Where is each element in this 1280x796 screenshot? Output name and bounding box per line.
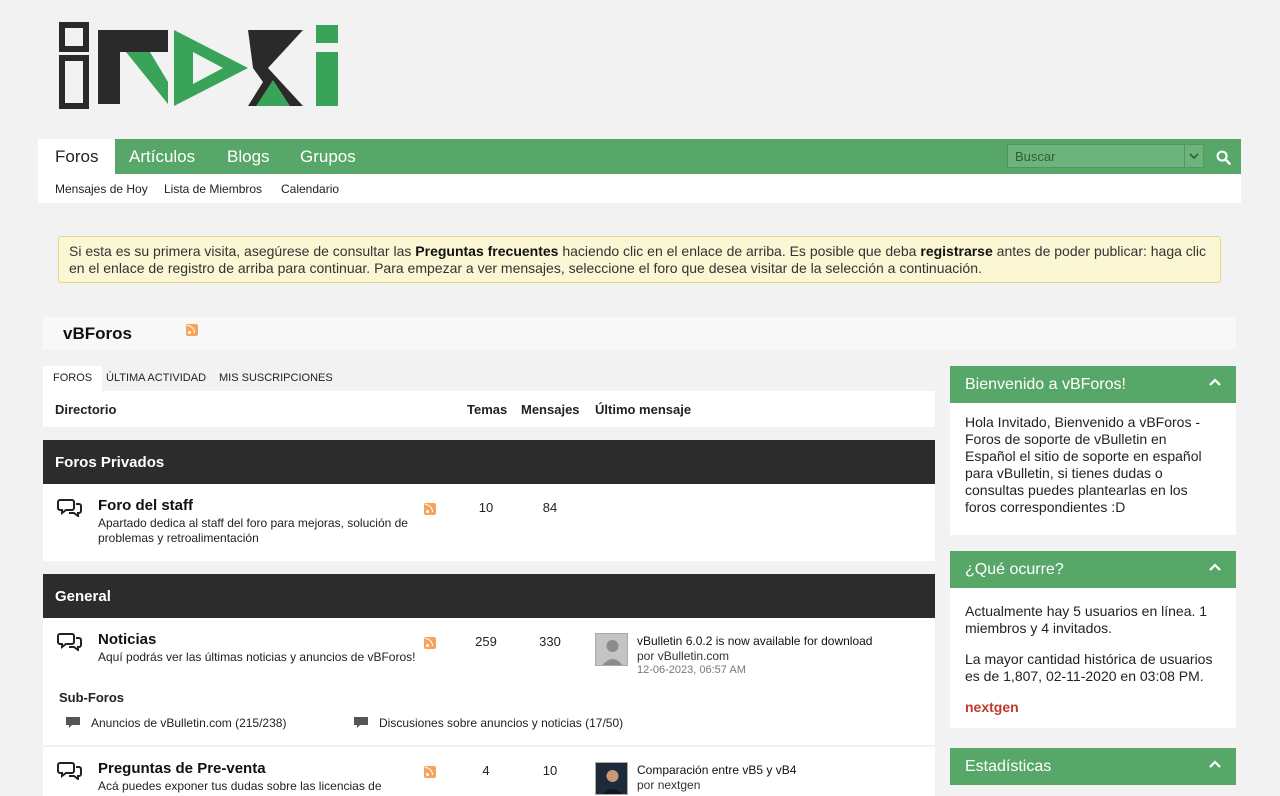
last-post-author[interactable]: nextgen xyxy=(658,778,701,792)
chevron-up-icon[interactable] xyxy=(1208,376,1222,390)
topic-count: 4 xyxy=(482,763,490,778)
last-post-by-label: por xyxy=(637,649,658,663)
last-post-date: 12-06-2023, 06:57 AM xyxy=(637,664,746,676)
last-post-by-label: por xyxy=(637,778,658,792)
category-header[interactable]: General xyxy=(43,574,935,618)
online-record-text: La mayor cantidad histórica de usuarios … xyxy=(965,651,1213,684)
forum-row: Foro del staff Apartado dedica al staff … xyxy=(43,484,935,561)
tab-grupos[interactable]: Grupos xyxy=(283,139,373,174)
last-post-title[interactable]: vBulletin 6.0.2 is now available for dow… xyxy=(637,634,872,648)
avatar[interactable] xyxy=(595,633,628,666)
topic-count: 259 xyxy=(475,634,497,649)
widget-header-stats[interactable]: Estadísticas xyxy=(950,748,1236,785)
rss-icon[interactable] xyxy=(186,324,198,336)
tab-articulos[interactable]: Artículos xyxy=(112,139,212,174)
subforum-icon xyxy=(354,717,368,728)
search-icon xyxy=(1216,150,1231,165)
category-header[interactable]: Foros Privados xyxy=(43,440,935,484)
widget-title: Estadísticas xyxy=(965,758,1052,775)
post-count: 10 xyxy=(542,763,558,778)
forum-row: Noticias Aquí podrás ver las últimas not… xyxy=(43,618,935,745)
widget-title: Bienvenido a vBForos! xyxy=(965,376,1126,393)
widget-title: ¿Qué ocurre? xyxy=(965,561,1064,578)
topic-count: 10 xyxy=(478,500,494,515)
online-users-text: Actualmente hay 5 usuarios en línea. 1 m… xyxy=(965,603,1208,636)
page-title-bar: vBForos xyxy=(43,317,1236,350)
notice-text: Si esta es su primera visita, asegúrese … xyxy=(69,243,416,259)
widget-body-online: Actualmente hay 5 usuarios en línea. 1 m… xyxy=(950,588,1236,728)
search-button[interactable] xyxy=(1211,145,1235,169)
col-temas: Temas xyxy=(467,402,508,417)
subforum-icon xyxy=(66,717,80,728)
rss-icon[interactable] xyxy=(424,766,436,778)
forum-description: Acá puedes exponer tus dudas sobre las l… xyxy=(98,779,382,793)
page-title: vBForos xyxy=(63,324,132,343)
column-header: Directorio Temas Mensajes Último mensaje xyxy=(43,391,935,427)
search-input[interactable] xyxy=(1008,145,1184,167)
forum-title[interactable]: Preguntas de Pre-venta xyxy=(98,760,266,777)
welcome-notice: Si esta es su primera visita, asegúrese … xyxy=(58,236,1221,283)
forum-icon xyxy=(57,762,82,780)
subnav-mensajes-de-hoy[interactable]: Mensajes de Hoy xyxy=(55,182,148,196)
forum-icon xyxy=(57,499,82,517)
chevron-up-icon[interactable] xyxy=(1208,758,1222,772)
search-box xyxy=(1007,144,1185,168)
forum-icon xyxy=(57,633,82,651)
subnav-calendario[interactable]: Calendario xyxy=(281,182,339,196)
main-navbar: Foros Artículos Blogs Grupos xyxy=(38,139,1241,174)
online-users-link[interactable]: usuarios en línea xyxy=(1085,603,1192,619)
search-options-dropdown[interactable] xyxy=(1185,144,1204,168)
subforums-label: Sub-Foros xyxy=(59,690,124,705)
site-logo[interactable] xyxy=(58,22,343,110)
subforum-link[interactable]: Discusiones sobre anuncios y noticias (1… xyxy=(379,716,623,730)
forum-description: Apartado dedica al staff del foro para m… xyxy=(98,516,408,545)
last-post-author[interactable]: vBulletin.com xyxy=(658,649,729,663)
faq-link[interactable]: Preguntas frecuentes xyxy=(415,243,558,259)
tab-blogs[interactable]: Blogs xyxy=(210,139,287,174)
rss-icon[interactable] xyxy=(424,503,436,515)
col-ultimo-mensaje: Último mensaje xyxy=(595,402,692,417)
forum-title[interactable]: Noticias xyxy=(98,631,156,648)
tab-mis-suscripciones[interactable]: MIS SUSCRIPCIONES xyxy=(209,366,343,391)
subnav-lista-de-miembros[interactable]: Lista de Miembros xyxy=(164,182,262,196)
notice-text: haciendo clic en el enlace de arriba. Es… xyxy=(558,243,921,259)
chevron-up-icon[interactable] xyxy=(1208,561,1222,575)
last-post-title[interactable]: Comparación entre vB5 y vB4 xyxy=(637,763,796,777)
sub-navbar: Mensajes de Hoy Lista de Miembros Calend… xyxy=(38,174,1241,203)
widget-body-welcome: Hola Invitado, Bienvenido a vBForos - Fo… xyxy=(950,403,1236,535)
subforum-link[interactable]: Anuncios de vBulletin.com (215/238) xyxy=(91,716,286,730)
tab-foros[interactable]: Foros xyxy=(38,139,116,174)
rss-icon[interactable] xyxy=(424,637,436,649)
user-avatar-icon xyxy=(596,763,627,794)
col-directorio: Directorio xyxy=(55,402,117,417)
col-mensajes: Mensajes xyxy=(521,402,580,417)
post-count: 84 xyxy=(542,500,558,515)
forum-list-tabs: FOROS ÚLTIMA ACTIVIDAD MIS SUSCRIPCIONES xyxy=(43,366,935,391)
post-count: 330 xyxy=(539,634,561,649)
widget-header-welcome[interactable]: Bienvenido a vBForos! xyxy=(950,366,1236,403)
register-link[interactable]: registrarse xyxy=(920,243,992,259)
tab-ultima-actividad[interactable]: ÚLTIMA ACTIVIDAD xyxy=(96,366,216,391)
forum-row: Preguntas de Pre-venta Acá puedes expone… xyxy=(43,747,935,796)
online-member-link[interactable]: nextgen xyxy=(965,699,1221,716)
avatar[interactable] xyxy=(595,762,628,795)
chevron-down-icon xyxy=(1189,152,1199,159)
forum-title[interactable]: Foro del staff xyxy=(98,497,193,514)
forum-description: Aquí podrás ver las últimas noticias y a… xyxy=(98,650,416,664)
default-avatar-icon xyxy=(596,634,627,665)
tab-foros-list[interactable]: FOROS xyxy=(43,366,103,391)
widget-header-online[interactable]: ¿Qué ocurre? xyxy=(950,551,1236,588)
